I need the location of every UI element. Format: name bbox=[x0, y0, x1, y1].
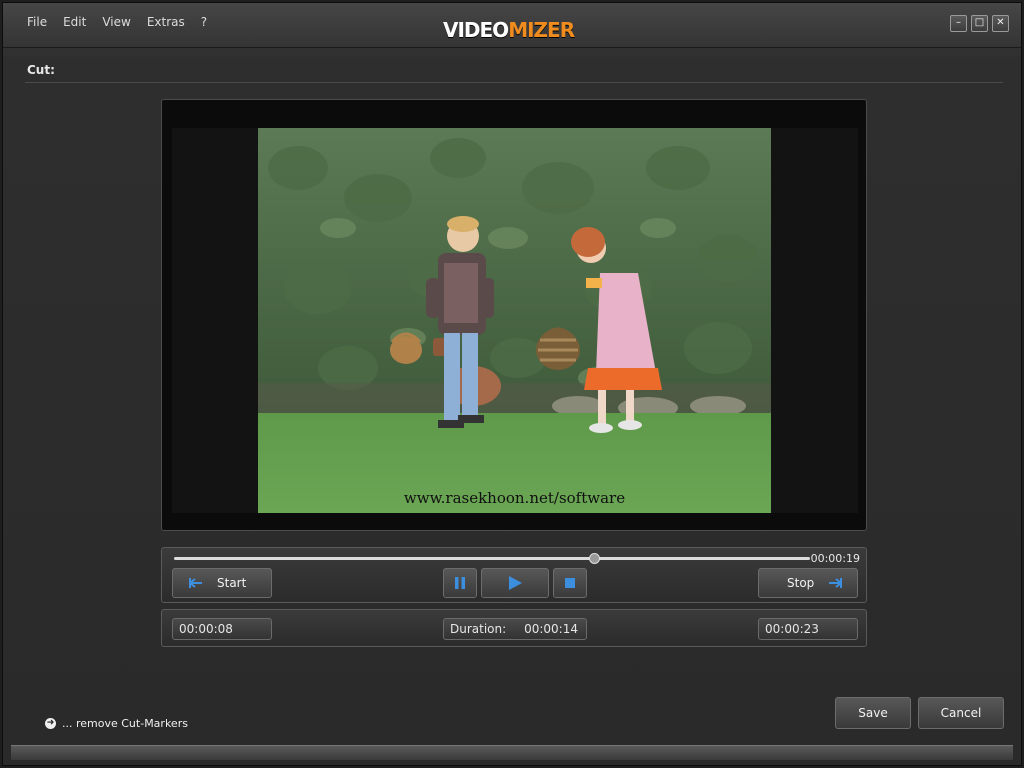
set-start-button[interactable]: Start bbox=[172, 568, 272, 598]
video-area: www.rasekhoon.net/software bbox=[172, 128, 858, 513]
save-button[interactable]: Save bbox=[835, 697, 911, 729]
video-still bbox=[258, 128, 771, 513]
stop-icon bbox=[565, 578, 575, 588]
play-icon bbox=[509, 576, 522, 590]
pause-button[interactable] bbox=[443, 568, 477, 598]
status-bar bbox=[11, 745, 1013, 760]
stop-time-field[interactable]: 00:00:23 bbox=[758, 618, 858, 640]
video-preview: www.rasekhoon.net/software bbox=[161, 99, 867, 531]
arrow-right-icon: ➜ bbox=[45, 718, 56, 729]
close-button[interactable]: ✕ bbox=[992, 15, 1009, 32]
window-controls: – □ ✕ bbox=[950, 15, 1009, 32]
duration-field: Duration: 00:00:14 bbox=[443, 618, 587, 640]
current-time: 00:00:19 bbox=[810, 552, 860, 565]
menu-file[interactable]: File bbox=[19, 13, 55, 31]
menu-extras[interactable]: Extras bbox=[139, 13, 193, 31]
seek-thumb[interactable] bbox=[588, 553, 600, 564]
watermark-text: www.rasekhoon.net/software bbox=[403, 489, 626, 507]
minimize-button[interactable]: – bbox=[950, 15, 967, 32]
menu-edit[interactable]: Edit bbox=[55, 13, 94, 31]
duration-label: Duration: bbox=[450, 622, 507, 636]
stop-label: Stop bbox=[787, 576, 815, 590]
menu-help[interactable]: ? bbox=[193, 13, 215, 31]
start-time-field[interactable]: 00:00:08 bbox=[172, 618, 272, 640]
time-panel: 00:00:08 Duration: 00:00:14 00:00:23 bbox=[161, 609, 867, 647]
app-logo: VIDEOMIZER bbox=[443, 18, 575, 42]
marker-start-icon bbox=[189, 578, 202, 588]
menu-view[interactable]: View bbox=[94, 13, 138, 31]
duration-value: 00:00:14 bbox=[524, 622, 578, 636]
maximize-button[interactable]: □ bbox=[971, 15, 988, 32]
marker-stop-icon bbox=[829, 578, 843, 588]
title-bar: File Edit View Extras ? VIDEOMIZER – □ ✕ bbox=[3, 3, 1021, 48]
section-divider bbox=[25, 82, 1003, 83]
seek-slider[interactable] bbox=[174, 553, 810, 564]
remove-cut-markers-link[interactable]: ➜ ... remove Cut-Markers bbox=[45, 717, 188, 730]
menu-bar: File Edit View Extras ? bbox=[19, 13, 215, 31]
play-button[interactable] bbox=[481, 568, 549, 598]
app-window: File Edit View Extras ? VIDEOMIZER – □ ✕… bbox=[2, 2, 1022, 766]
remove-cut-markers-label: ... remove Cut-Markers bbox=[62, 717, 188, 730]
section-title: Cut: bbox=[27, 63, 55, 77]
transport-panel: 00:00:19 Start Stop bbox=[161, 547, 867, 603]
cancel-button[interactable]: Cancel bbox=[918, 697, 1004, 729]
set-stop-button[interactable]: Stop bbox=[758, 568, 858, 598]
video-frame-image: www.rasekhoon.net/software bbox=[258, 128, 771, 513]
start-label: Start bbox=[217, 576, 247, 590]
pause-icon bbox=[455, 577, 465, 589]
stop-playback-button[interactable] bbox=[553, 568, 587, 598]
